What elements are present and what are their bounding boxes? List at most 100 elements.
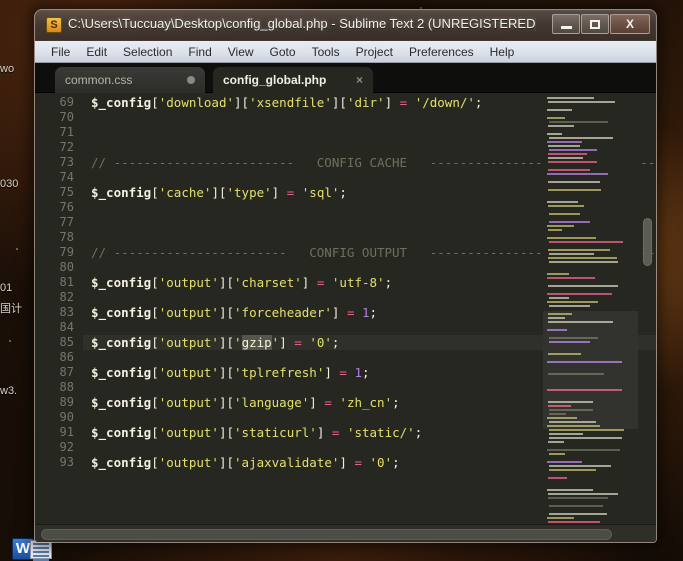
code-token: [ xyxy=(151,275,159,290)
window-title: C:\Users\Tuccuay\Desktop\config_global.p… xyxy=(68,16,536,31)
code-area[interactable]: 69 70 71 72 73 74 75 76 77 78 79 80 81 82 83 84 85 86 87 88… xyxy=(35,93,656,524)
tab-common-css[interactable]: common.css xyxy=(55,67,205,93)
code-token: = xyxy=(399,95,415,110)
menu-item-view[interactable]: View xyxy=(220,43,262,61)
code-line[interactable]: $_config['output']['staticurl'] = 'stati… xyxy=(91,425,422,440)
code-token: 'output' xyxy=(158,275,219,290)
minimap[interactable] xyxy=(543,93,638,524)
code-token: 'utf-8' xyxy=(331,275,385,290)
desktop-label-4: w3. xyxy=(0,385,18,397)
code-token: $_config xyxy=(91,275,152,290)
desktop-label-1: 030 xyxy=(0,178,19,190)
code-token: ; xyxy=(339,185,347,200)
menu-item-goto[interactable]: Goto xyxy=(262,43,304,61)
code-token: 'charset' xyxy=(234,275,302,290)
code-line[interactable]: $_config['output']['forceheader'] = 1; xyxy=(91,305,377,320)
minimap-viewport[interactable] xyxy=(543,311,638,429)
vertical-scrollbar[interactable] xyxy=(640,93,654,524)
code-token: 'tplrefresh' xyxy=(234,365,325,380)
line-number: 76 xyxy=(59,200,74,214)
code-token: ][ xyxy=(218,275,235,290)
minimap-line xyxy=(549,437,622,439)
line-number: 85 xyxy=(59,335,74,349)
line-number: 81 xyxy=(59,275,74,289)
minimap-line xyxy=(547,301,598,303)
menu-item-find[interactable]: Find xyxy=(180,43,219,61)
minimize-button[interactable] xyxy=(552,14,580,34)
code-token: $_config xyxy=(91,305,152,320)
line-number: 82 xyxy=(59,290,74,304)
title-bar[interactable]: S C:\Users\Tuccuay\Desktop\config_global… xyxy=(35,10,656,41)
minimap-line xyxy=(549,253,594,255)
minimap-line xyxy=(549,465,611,467)
code-token: '/down/' xyxy=(414,95,475,110)
minimap-line xyxy=(547,97,594,99)
code-token: 'ajaxvalidate' xyxy=(234,455,340,470)
menu-item-file[interactable]: File xyxy=(43,43,78,61)
horizontal-scrollbar[interactable] xyxy=(35,524,656,542)
code-token: 'forceheader' xyxy=(234,305,332,320)
code-token: $_config xyxy=(91,335,152,350)
code-token: ] xyxy=(316,425,332,440)
code-token: ; xyxy=(369,305,378,320)
menu-item-edit[interactable]: Edit xyxy=(78,43,115,61)
line-number: 86 xyxy=(59,350,74,364)
maximize-button[interactable] xyxy=(581,14,609,34)
minimap-line xyxy=(548,157,583,159)
minimap-line xyxy=(549,469,596,471)
minimap-line xyxy=(547,133,562,135)
code-line[interactable]: $_config['output']['gzip'] = '0'; xyxy=(91,335,339,350)
line-number: 83 xyxy=(59,305,74,319)
menu-item-tools[interactable]: Tools xyxy=(304,43,348,61)
code-token: 'output' xyxy=(158,305,219,320)
minimap-line xyxy=(549,429,624,431)
tab-label: common.css xyxy=(65,73,133,87)
code-token: '0' xyxy=(369,455,393,470)
code-token: ][ xyxy=(218,335,235,350)
code-line[interactable]: $_config['output']['tplrefresh'] = 1; xyxy=(91,365,370,380)
menu-item-help[interactable]: Help xyxy=(482,43,523,61)
line-number: 87 xyxy=(59,365,74,379)
minimap-line xyxy=(547,461,582,463)
close-button[interactable]: X xyxy=(610,14,650,34)
line-number: 91 xyxy=(59,425,74,439)
code-token: ] xyxy=(384,95,400,110)
minimap-line xyxy=(548,521,600,523)
line-number-gutter: 69 70 71 72 73 74 75 76 77 78 79 80 81 82 83 84 85 86 87 88… xyxy=(35,93,83,524)
tab-label: config_global.php xyxy=(223,73,327,87)
menu-item-preferences[interactable]: Preferences xyxy=(401,43,482,61)
horizontal-scrollbar-thumb[interactable] xyxy=(41,529,613,540)
line-number: 84 xyxy=(59,320,74,334)
minimap-line xyxy=(547,201,578,203)
menu-item-selection[interactable]: Selection xyxy=(115,43,180,61)
code-token: ] xyxy=(324,365,340,380)
code-token: ] xyxy=(271,185,287,200)
code-token: 'xsendfile' xyxy=(249,95,332,110)
vertical-scrollbar-thumb[interactable] xyxy=(643,218,652,266)
code-token: [ xyxy=(151,305,159,320)
code-token: $_config xyxy=(91,365,152,380)
code-line[interactable]: $_config['download']['xsendfile']['dir']… xyxy=(91,95,482,110)
code-token: 'type' xyxy=(226,185,272,200)
minimap-line xyxy=(549,453,565,455)
minimap-line xyxy=(548,229,562,231)
minimap-line xyxy=(549,241,623,243)
minimap-line xyxy=(547,117,565,119)
code-line[interactable]: $_config['cache']['type'] = 'sql'; xyxy=(91,185,347,200)
tab-config-global-php[interactable]: config_global.php × xyxy=(213,67,373,93)
code-line[interactable]: $_config['output']['charset'] = 'utf-8'; xyxy=(91,275,392,290)
minimap-line xyxy=(548,125,574,127)
sublime-text-window[interactable]: S C:\Users\Tuccuay\Desktop\config_global… xyxy=(34,9,657,543)
code-line[interactable]: $_config['output']['language'] = 'zh_cn'… xyxy=(91,395,400,410)
code-line[interactable]: $_config['output']['ajaxvalidate'] = '0'… xyxy=(91,455,400,470)
menu-item-project[interactable]: Project xyxy=(348,43,401,61)
code-token: 'staticurl' xyxy=(234,425,317,440)
code-token: 'output' xyxy=(158,395,219,410)
code-token: = xyxy=(354,455,370,470)
minimap-line xyxy=(548,493,618,495)
line-number: 75 xyxy=(59,185,74,199)
close-icon[interactable]: × xyxy=(348,73,363,87)
minimap-line xyxy=(548,161,597,163)
code-token: 'language' xyxy=(234,395,310,410)
code-token: $_config xyxy=(91,95,152,110)
